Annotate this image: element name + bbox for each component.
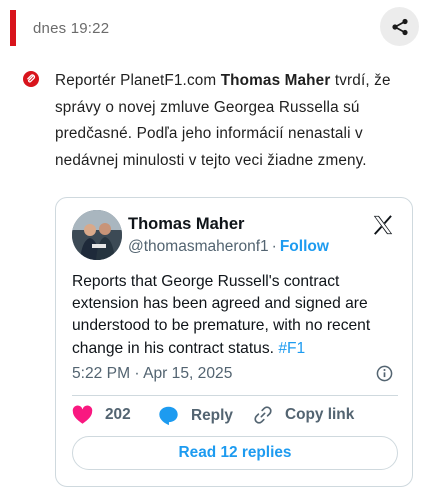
share-icon [391, 18, 408, 35]
article-paragraph: Reportér PlanetF1.com Thomas Maher tvrdí… [55, 68, 410, 174]
tweet-text: Reports that George Russell's contract e… [72, 271, 402, 360]
tweet-date[interactable]: 5:22 PM · Apr 15, 2025 [72, 365, 232, 383]
speech-bubble-icon [159, 406, 178, 426]
x-logo-icon[interactable] [372, 214, 394, 236]
follow-button[interactable]: Follow [280, 238, 329, 255]
like-count: 202 [105, 406, 131, 423]
copy-link-button[interactable]: Copy link [253, 405, 354, 425]
tweet-actions: 202 Reply Copy link [72, 405, 402, 429]
article-text-before: Reportér PlanetF1.com [55, 72, 221, 89]
read-replies-button[interactable]: Read 12 replies [72, 436, 398, 470]
hashtag-link[interactable]: #F1 [278, 340, 305, 357]
link-icon [254, 406, 272, 424]
reply-button[interactable]: Reply [158, 405, 233, 426]
tweet-handle-row: @thomasmaheronf1 · Follow [128, 238, 329, 256]
tweet-body: Reports that George Russell's contract e… [72, 273, 371, 357]
share-button[interactable] [380, 7, 419, 46]
info-icon[interactable] [376, 365, 393, 382]
tweet-divider [72, 395, 398, 396]
copy-link-label: Copy link [285, 406, 355, 423]
embedded-tweet[interactable]: Thomas Maher @thomasmaheronf1 · Follow Rep… [55, 197, 413, 487]
like-button[interactable]: 202 [72, 405, 131, 425]
timestamp-accent-bar [10, 10, 16, 46]
article-reporter-name: Thomas Maher [220, 72, 331, 89]
paperclip-icon [23, 71, 39, 87]
handle-separator: · [271, 238, 277, 255]
post-timestamp: dnes 19:22 [33, 20, 110, 37]
tweet-author-name[interactable]: Thomas Maher [128, 215, 244, 234]
reply-label: Reply [191, 406, 233, 424]
heart-icon [72, 405, 93, 424]
avatar[interactable] [72, 210, 122, 260]
tweet-handle[interactable]: @thomasmaheronf1 [128, 238, 269, 255]
